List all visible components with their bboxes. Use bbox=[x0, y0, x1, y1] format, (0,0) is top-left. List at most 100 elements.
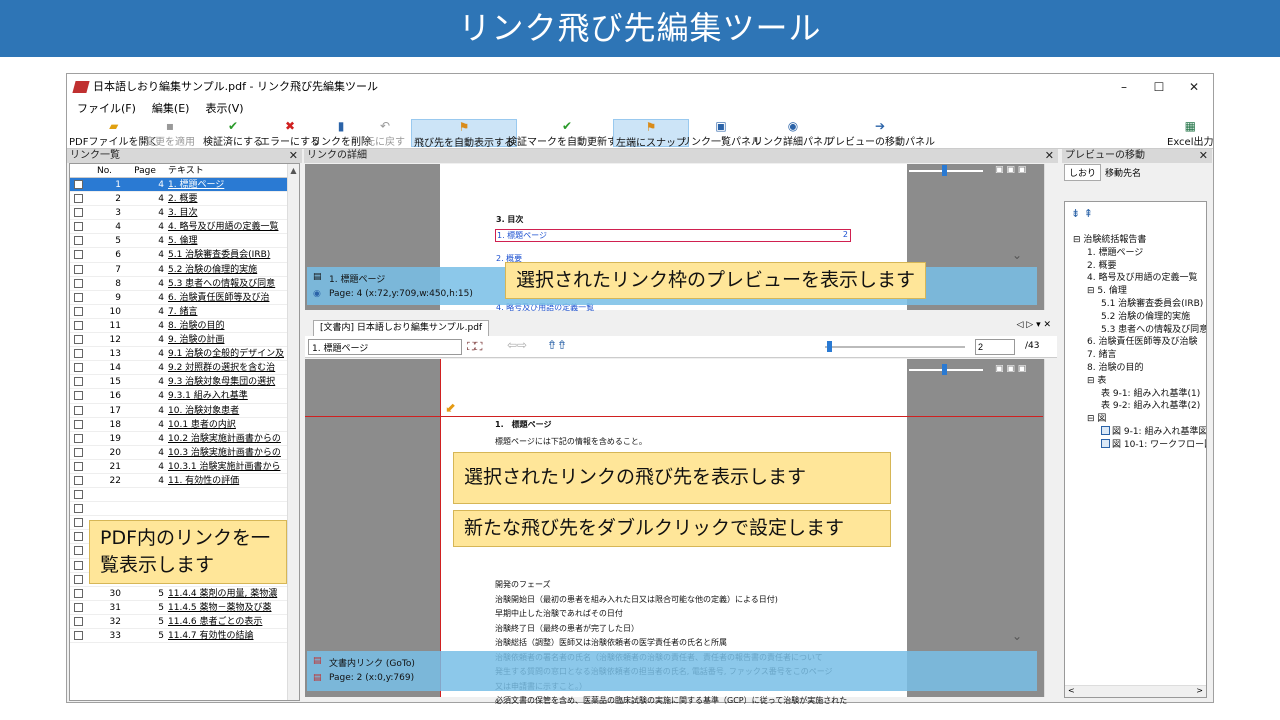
auto-mark-button[interactable]: ✔ 検証マークを自動更新する bbox=[507, 119, 627, 148]
row-checkbox[interactable] bbox=[74, 208, 83, 218]
collapse-icon[interactable]: ⊟ bbox=[1087, 286, 1095, 296]
page-slider-thumb[interactable] bbox=[827, 341, 832, 352]
row-checkbox[interactable] bbox=[74, 588, 83, 598]
row-checkbox[interactable] bbox=[74, 490, 83, 500]
list-item[interactable]: 3 4 3. 目次 bbox=[70, 206, 299, 221]
row-checkbox[interactable] bbox=[74, 264, 83, 274]
row-checkbox[interactable] bbox=[74, 461, 83, 471]
tree-node[interactable]: 5.2 治験の倫理的実施 bbox=[1101, 309, 1190, 322]
tree-node[interactable]: 7. 緒言 bbox=[1087, 347, 1116, 360]
col-no[interactable]: No. bbox=[88, 164, 121, 178]
detail-panel-button[interactable]: ◉ リンク詳細パネル bbox=[753, 119, 833, 148]
page-number-input[interactable] bbox=[975, 339, 1015, 355]
list-panel-button[interactable]: ▣ リンク一覧パネル bbox=[681, 119, 761, 148]
preview-panel-button[interactable]: ➔ プレビューの移動パネル bbox=[825, 119, 935, 148]
row-checkbox[interactable] bbox=[74, 560, 83, 570]
list-item[interactable]: 5 4 5. 倫理 bbox=[70, 234, 299, 249]
list-item[interactable]: 21 4 10.3.1 治験実施計画書から bbox=[70, 460, 299, 474]
search-input[interactable] bbox=[308, 339, 462, 355]
list-item[interactable]: 15 4 9.3 治験対象母集団の選択 bbox=[70, 375, 299, 390]
list-item[interactable]: 14 4 9.2 対照群の選択を含む治 bbox=[70, 361, 299, 376]
list-item[interactable]: 17 4 10. 治験対象患者 bbox=[70, 404, 299, 418]
tree-node[interactable]: ⊟ 治験統括報告書 bbox=[1073, 232, 1146, 245]
snap-left-button[interactable]: ⚑ 左端にスナップ bbox=[613, 119, 689, 149]
doc-fit-icons[interactable]: ▣ ▣ ▣ bbox=[995, 364, 1026, 374]
row-checkbox[interactable] bbox=[74, 377, 83, 387]
list-item[interactable]: 16 4 9.3.1 組み入れ基準 bbox=[70, 389, 299, 404]
row-checkbox[interactable] bbox=[74, 278, 83, 288]
tree-node[interactable]: 4. 略号及び用語の定義一覧 bbox=[1087, 270, 1197, 283]
tree-node[interactable]: ⊟ 5. 倫理 bbox=[1087, 283, 1127, 296]
close-icon[interactable]: ✕ bbox=[1199, 149, 1208, 163]
tree-node[interactable]: ⊟ 図 bbox=[1087, 411, 1106, 424]
row-checkbox[interactable] bbox=[74, 532, 83, 542]
row-checkbox[interactable] bbox=[74, 222, 83, 232]
row-checkbox[interactable] bbox=[74, 504, 83, 514]
list-item[interactable]: 12 4 9. 治験の計画 bbox=[70, 333, 299, 348]
tree-node[interactable]: 図 10-1: ワークフロー図 bbox=[1101, 437, 1206, 450]
row-checkbox[interactable] bbox=[74, 631, 83, 640]
menu-edit[interactable]: 編集(E) bbox=[142, 100, 196, 118]
row-checkbox[interactable] bbox=[74, 349, 83, 359]
list-item[interactable]: 32 5 11.4.6 患者ごとの表示 bbox=[70, 615, 299, 629]
menu-view[interactable]: 表示(V) bbox=[195, 100, 249, 118]
row-checkbox[interactable] bbox=[74, 180, 83, 189]
tree-node[interactable]: 5.1 治験審査委員会(IRB) bbox=[1101, 296, 1203, 309]
chevron-down-icon[interactable]: ⌄ bbox=[1012, 248, 1022, 262]
apply-button[interactable]: ▪ 変更を適用 bbox=[145, 119, 195, 148]
row-checkbox[interactable] bbox=[74, 391, 83, 401]
row-checkbox[interactable] bbox=[74, 292, 83, 302]
collapse-icon[interactable]: ⊟ bbox=[1087, 414, 1095, 424]
list-item[interactable]: 19 4 10.2 治験実施計画書からの bbox=[70, 432, 299, 446]
list-item[interactable]: 33 5 11.4.7 有効性の結論 bbox=[70, 629, 299, 644]
excel-export-button[interactable]: ▦ Excel出力 bbox=[1167, 119, 1214, 148]
row-checkbox[interactable] bbox=[74, 250, 83, 260]
row-checkbox[interactable] bbox=[74, 306, 83, 316]
list-item[interactable]: 18 4 10.1 患者の内訳 bbox=[70, 418, 299, 432]
arrow-nav-icons[interactable]: ⇦⇨ bbox=[507, 338, 527, 352]
col-text[interactable]: テキスト bbox=[168, 164, 284, 178]
list-item[interactable]: 20 4 10.3 治験実施計画書からの bbox=[70, 446, 299, 460]
find-icon[interactable]: ⛶⛶ bbox=[467, 340, 482, 354]
close-button[interactable]: ✕ bbox=[1177, 74, 1211, 100]
tab-destinations[interactable]: 移動先名 bbox=[1101, 165, 1145, 180]
doc-zoom-thumb[interactable] bbox=[942, 364, 947, 375]
list-item[interactable]: 30 5 11.4.4 薬剤の用量, 薬物濃 bbox=[70, 587, 299, 601]
auto-show-button[interactable]: ⚑ 飛び先を自動表示する bbox=[411, 119, 517, 149]
row-checkbox[interactable] bbox=[74, 602, 83, 612]
doc-scrollbar[interactable] bbox=[1044, 359, 1057, 697]
row-checkbox[interactable] bbox=[74, 518, 83, 528]
list-item[interactable]: 8 4 5.3 患者への情報及び同意 bbox=[70, 277, 299, 291]
row-checkbox[interactable] bbox=[74, 335, 83, 345]
tab-nav-icons[interactable]: ◁ ▷ ▾ ✕ bbox=[1017, 320, 1051, 330]
tree-node[interactable]: 1. 標題ページ bbox=[1087, 245, 1143, 258]
tree-node[interactable]: 8. 治験の目的 bbox=[1087, 360, 1143, 373]
row-checkbox[interactable] bbox=[74, 363, 83, 373]
row-checkbox[interactable] bbox=[74, 405, 83, 415]
doc-tab[interactable]: [文書内] 日本語しおり編集サンプル.pdf bbox=[313, 320, 490, 336]
close-icon[interactable]: ✕ bbox=[289, 149, 298, 163]
row-checkbox[interactable] bbox=[74, 320, 83, 330]
list-item[interactable]: 13 4 9.1 治験の全般的デザイン及 bbox=[70, 347, 299, 362]
page-slider[interactable] bbox=[825, 346, 965, 348]
row-checkbox[interactable] bbox=[74, 194, 83, 204]
maximize-button[interactable]: ☐ bbox=[1142, 74, 1176, 100]
list-item[interactable]: 1 4 1. 標題ページ bbox=[70, 178, 299, 193]
fit-icons[interactable]: ▣ ▣ ▣ bbox=[995, 165, 1026, 175]
tree-hscrollbar[interactable]: < > bbox=[1065, 685, 1206, 697]
row-checkbox[interactable] bbox=[74, 475, 83, 485]
detail-scrollbar[interactable] bbox=[1044, 164, 1057, 310]
collapse-icon[interactable]: ⊟ bbox=[1087, 376, 1095, 386]
tree-node[interactable]: 表 9-2: 組み入れ基準(2) bbox=[1101, 398, 1200, 411]
minimize-button[interactable]: – bbox=[1107, 74, 1141, 100]
scroll-up-icon[interactable]: ▲ bbox=[288, 166, 299, 175]
list-item[interactable]: 11 4 8. 治験の目的 bbox=[70, 319, 299, 334]
verify-button[interactable]: ✔ 検証済にする bbox=[203, 119, 263, 148]
tree-node[interactable]: 表 9-1: 組み入れ基準(1) bbox=[1101, 386, 1200, 399]
page-jump-icons[interactable]: ⇮⇮ bbox=[547, 338, 567, 352]
list-item[interactable]: 7 4 5.2 治験の倫理的実施 bbox=[70, 263, 299, 277]
list-item[interactable] bbox=[70, 488, 299, 503]
tree-node[interactable]: 図 9-1: 組み入れ基準図 bbox=[1101, 424, 1206, 437]
row-checkbox[interactable] bbox=[74, 419, 83, 429]
list-item[interactable]: 2 4 2. 概要 bbox=[70, 192, 299, 207]
